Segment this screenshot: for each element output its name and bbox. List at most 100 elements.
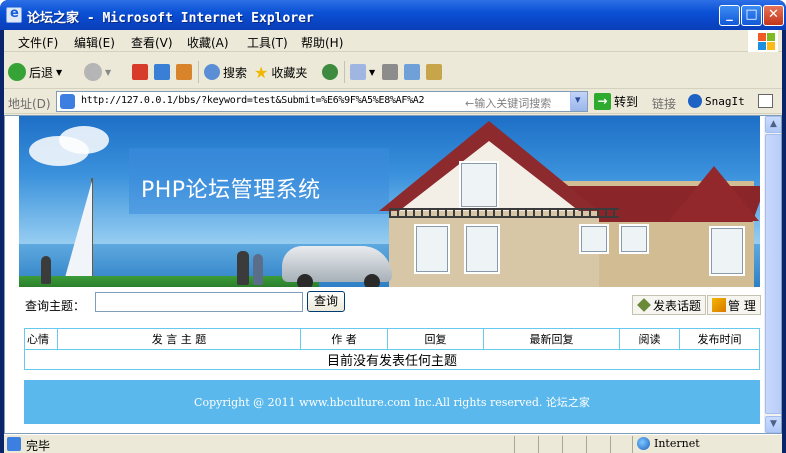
links-button[interactable]: 链接 [652, 95, 676, 112]
menu-file[interactable]: 文件(F) [18, 34, 58, 51]
status-divider [538, 436, 539, 453]
table-row: 目前没有发表任何主题 [24, 349, 760, 370]
post-topic-button[interactable]: 发表话题 [632, 295, 707, 315]
grass-shape [19, 276, 319, 287]
security-zone: Internet [637, 437, 700, 450]
column-header: 最新回复 [483, 328, 620, 350]
status-divider [562, 436, 563, 453]
person-figure [253, 254, 263, 285]
menu-favorites[interactable]: 收藏(A) [187, 34, 229, 51]
scroll-down-arrow-icon[interactable]: ▼ [765, 416, 781, 433]
address-search-hint: ←输入关键词搜索 [465, 97, 552, 110]
page-footer: Copyright @ 2011 www.hbculture.com Inc.A… [24, 380, 760, 424]
address-input[interactable]: http://127.0.0.1/bbs/?keyword=test&Submi… [56, 91, 588, 112]
toolbar: 后退 ▼ ▼ 搜索 ★ 收藏夹 ▼ [4, 53, 782, 89]
vertical-scrollbar[interactable]: ▲ ▼ [764, 116, 781, 433]
snagit-icon [688, 94, 702, 108]
go-arrow-icon: → [594, 93, 611, 110]
browser-client: 文件(F) 编辑(E) 查看(V) 收藏(A) 工具(T) 帮助(H) 后退 ▼ [4, 30, 782, 453]
house-window [464, 224, 500, 274]
maximize-button[interactable]: □ [741, 5, 762, 26]
table-header-row: 心情 发 言 主 题 作 者 回复 最新回复 阅读 发布时间 [24, 328, 760, 350]
empty-message: 目前没有发表任何主题 [24, 349, 760, 370]
go-button[interactable]: → 转到 [594, 93, 638, 110]
boat-sail [64, 181, 92, 281]
favorites-button[interactable]: ★ 收藏夹 [254, 62, 307, 82]
search-label: 查询主题： [25, 299, 86, 313]
column-header: 阅读 [619, 328, 680, 350]
refresh-button[interactable] [154, 62, 170, 82]
topic-table: 心情 发 言 主 题 作 者 回复 最新回复 阅读 发布时间 目前没有发表任何主… [24, 328, 760, 370]
mail-button[interactable]: ▼ [350, 62, 375, 82]
menu-help[interactable]: 帮助(H) [301, 34, 343, 51]
menu-bar: 文件(F) 编辑(E) 查看(V) 收藏(A) 工具(T) 帮助(H) [4, 30, 782, 52]
edit-button[interactable] [404, 62, 420, 82]
snagit-window-icon[interactable] [758, 94, 773, 108]
menu-view[interactable]: 查看(V) [131, 34, 173, 51]
star-icon: ★ [254, 62, 269, 82]
title-bar[interactable]: 论坛之家 - Microsoft Internet Explorer _ □ ✕ [0, 0, 786, 30]
person-figure [237, 251, 249, 285]
snagit-button[interactable]: SnagIt [688, 94, 745, 108]
status-divider [632, 436, 633, 453]
history-icon [322, 64, 338, 80]
search-row: 查询主题： 查询 发表话题 管 理 [19, 288, 761, 318]
history-button[interactable] [322, 62, 338, 82]
print-icon [382, 64, 398, 80]
menu-edit[interactable]: 编辑(E) [74, 34, 115, 51]
scroll-thumb[interactable] [765, 134, 781, 414]
address-url: http://127.0.0.1/bbs/?keyword=test&Submi… [81, 95, 425, 106]
menu-tools[interactable]: 工具(T) [247, 34, 288, 51]
home-button[interactable] [176, 62, 192, 82]
banner-image: PHP论坛管理系统 [19, 116, 760, 287]
address-bar: 地址(D) http://127.0.0.1/bbs/?keyword=test… [4, 90, 782, 114]
house-window [709, 226, 745, 276]
column-header: 发布时间 [679, 328, 760, 350]
status-divider [514, 436, 515, 453]
house-window [414, 224, 450, 274]
discuss-icon [426, 64, 442, 80]
cloud-shape [59, 126, 109, 154]
globe-icon [637, 437, 650, 450]
person-figure [41, 256, 51, 284]
windows-logo-icon [748, 30, 778, 52]
mail-icon [350, 64, 366, 80]
house-roof [669, 166, 759, 221]
stop-icon [132, 64, 148, 80]
back-button[interactable]: 后退 ▼ [8, 62, 62, 82]
house-window [579, 224, 609, 254]
house-window [459, 161, 499, 209]
toolbar-separator [344, 61, 345, 83]
scroll-up-arrow-icon[interactable]: ▲ [765, 116, 781, 133]
status-bar: 完毕 Internet [4, 434, 782, 453]
home-icon [176, 64, 192, 80]
ie-icon [6, 6, 22, 23]
column-header: 作 者 [300, 328, 388, 350]
search-input[interactable] [95, 292, 303, 312]
edit-icon [404, 64, 420, 80]
page-viewport: PHP论坛管理系统 查询主题： 查询 发表话题 管 理 心情 发 言 主 题 作… [4, 115, 782, 434]
manage-button[interactable]: 管 理 [707, 295, 761, 315]
forward-button[interactable]: ▼ [84, 62, 111, 82]
car-wheel [297, 274, 313, 287]
close-button[interactable]: ✕ [763, 5, 784, 26]
column-header: 回复 [387, 328, 484, 350]
status-divider [610, 436, 611, 453]
address-dropdown-icon[interactable] [570, 92, 587, 111]
print-button[interactable] [382, 62, 398, 82]
house-illustration [369, 116, 760, 287]
copyright-text: Copyright @ 2011 www.hbculture.com Inc.A… [194, 396, 590, 409]
search-button[interactable]: 搜索 [204, 62, 247, 82]
discuss-button[interactable] [426, 62, 442, 82]
minimize-button[interactable]: _ [719, 5, 740, 26]
forward-dropdown-icon: ▼ [105, 67, 112, 77]
stop-button[interactable] [132, 62, 148, 82]
search-submit-button[interactable]: 查询 [307, 291, 345, 312]
house-balcony [389, 208, 619, 218]
page-icon [60, 94, 75, 109]
refresh-icon [154, 64, 170, 80]
banner-title: PHP论坛管理系统 [141, 178, 321, 203]
column-header: 心情 [24, 328, 58, 350]
browser-window: 论坛之家 - Microsoft Internet Explorer _ □ ✕… [0, 0, 786, 453]
house-window [619, 224, 649, 254]
